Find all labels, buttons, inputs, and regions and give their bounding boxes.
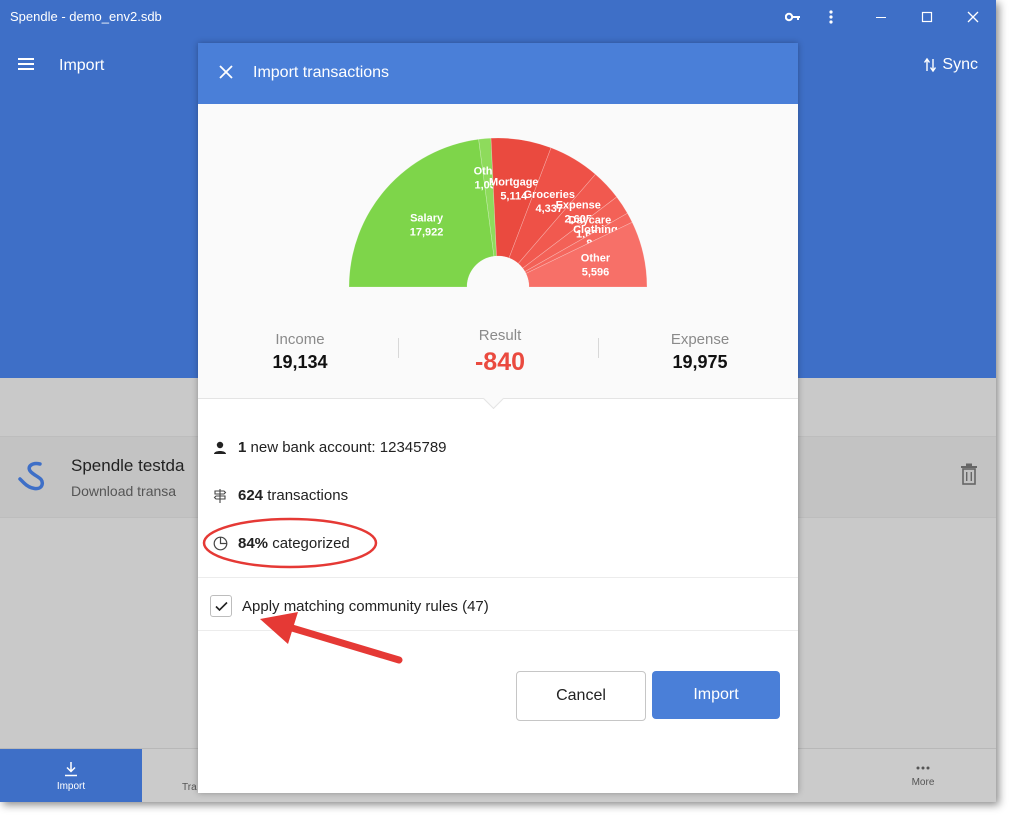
dialog-title: Import transactions — [253, 64, 390, 81]
expense-label: Expense — [670, 331, 730, 348]
income-label: Income — [275, 331, 325, 348]
minimize-icon[interactable] — [858, 0, 904, 34]
sync-label: Sync — [942, 56, 978, 73]
trash-icon[interactable] — [960, 463, 978, 485]
stat-separator — [398, 338, 399, 358]
nav-transactions-label: Tra — [182, 782, 197, 793]
account-name: Spendle testda — [71, 456, 185, 475]
window-title: Spendle - demo_env2.sdb — [10, 9, 162, 24]
close-icon[interactable] — [215, 61, 237, 83]
new-account-info: 1 new bank account: 12345789 — [212, 439, 447, 456]
result-value: -840 — [474, 348, 526, 376]
chart-slice-value: 5,596 — [582, 267, 610, 279]
community-rules-label: Apply matching community rules (47) — [242, 597, 489, 615]
result-label: Result — [478, 327, 522, 344]
categorized-text: categorized — [272, 535, 350, 552]
app-window: Spendle - demo_env2.sdb Import Sync Spen… — [0, 0, 996, 802]
nav-import-label: Import — [56, 780, 86, 792]
community-rules-option[interactable]: Apply matching community rules (47) — [210, 595, 489, 617]
nav-import[interactable]: Import — [0, 749, 142, 802]
transaction-text: transactions — [267, 487, 349, 504]
divider — [198, 577, 798, 578]
income-expense-chart: Salary 17,922 Other 1,035 Mortgage 5,114 Groce… — [198, 104, 798, 332]
import-dialog: Import transactions Salary 17,922 Other 1,0… — [198, 43, 798, 793]
download-icon — [65, 761, 77, 776]
close-window-icon[interactable] — [950, 0, 996, 34]
result-stat: Result -840 — [400, 327, 600, 377]
import-button[interactable]: Import — [652, 671, 780, 719]
signpost-icon — [212, 488, 228, 504]
maximize-icon[interactable] — [904, 0, 950, 34]
sync-button[interactable]: Sync — [924, 56, 978, 74]
sync-icon — [924, 57, 937, 73]
chart-slice-label: Other — [581, 253, 611, 265]
nav-more-label: More — [911, 776, 935, 788]
expense-stat: Expense 19,975 — [600, 331, 800, 373]
community-rules-checkbox[interactable] — [210, 595, 232, 617]
account-count: 1 — [238, 439, 247, 456]
title-bar: Spendle - demo_env2.sdb — [0, 0, 996, 34]
chart-slice-label: Expense — [556, 200, 601, 212]
more-icon — [916, 766, 930, 769]
dialog-header: Import transactions — [198, 43, 798, 104]
divider — [198, 630, 798, 631]
summary-stats: Income 19,134 Result -840 Expense 19,975 — [198, 318, 798, 399]
half-donut-chart: Salary17,922Other1,035Mortgage5,114Groce… — [198, 137, 798, 332]
transaction-count: 624 — [238, 487, 264, 504]
spendle-logo-icon — [18, 461, 45, 491]
account-text: new bank account: 12345789 — [250, 439, 447, 456]
checkmark-icon — [214, 601, 228, 611]
chart-slice-label: Mortgage — [489, 176, 539, 188]
pie-chart-icon — [212, 536, 228, 552]
nav-more[interactable]: More — [852, 749, 994, 802]
income-stat: Income 19,134 — [200, 331, 400, 373]
overflow-menu-icon[interactable] — [808, 0, 854, 34]
hamburger-menu-icon[interactable] — [18, 54, 34, 77]
income-value: 19,134 — [272, 352, 328, 372]
categorized-info: 84% categorized — [212, 535, 350, 552]
cancel-button[interactable]: Cancel — [516, 671, 646, 721]
chart-slice-label: Salary — [410, 212, 444, 224]
account-subtitle: Download transa — [71, 483, 177, 499]
chart-slice-value: 17,922 — [410, 226, 444, 238]
transactions-info: 624 transactions — [212, 487, 348, 504]
expense-value: 19,975 — [672, 352, 728, 372]
person-icon — [212, 440, 228, 456]
categorized-percent: 84% — [238, 535, 269, 552]
app-title: Import — [59, 57, 105, 74]
stat-separator — [598, 338, 599, 358]
